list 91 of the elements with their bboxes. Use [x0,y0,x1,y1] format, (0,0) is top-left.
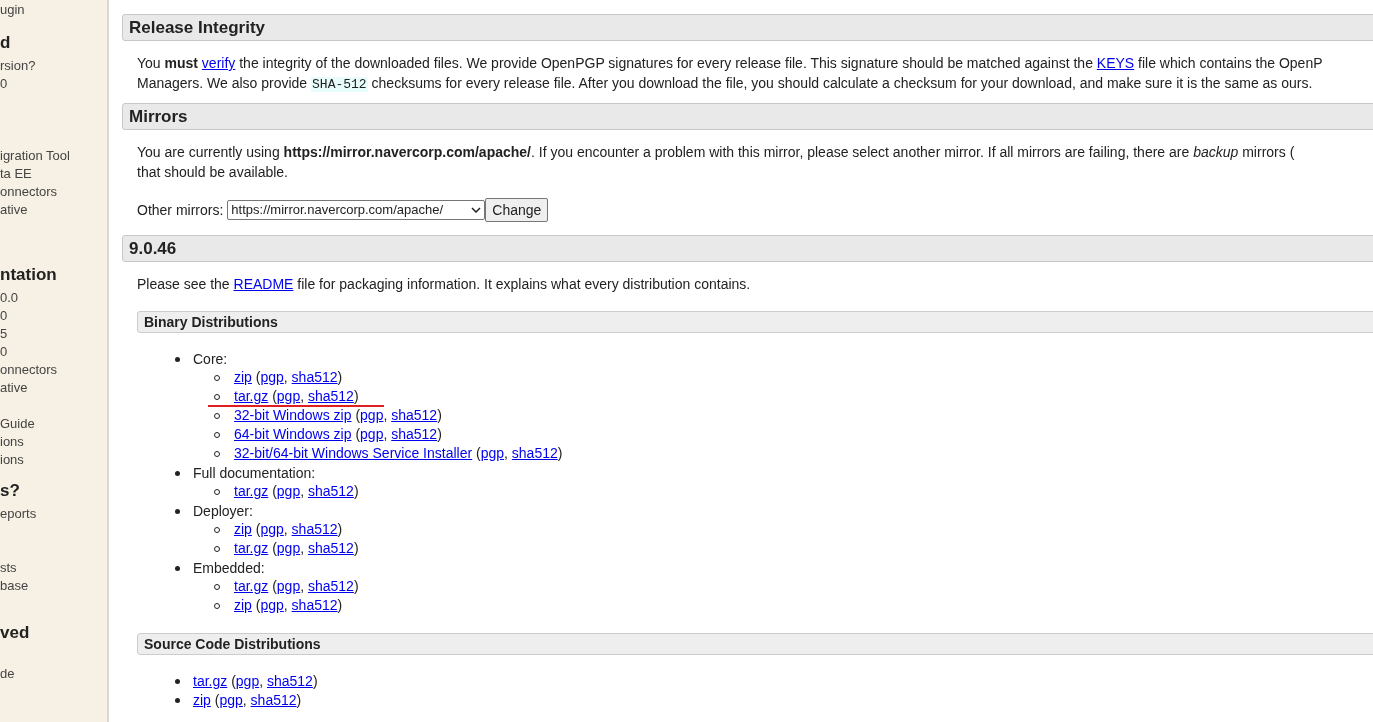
sidebar-link[interactable]: 0 [0,343,8,361]
link[interactable]: sha512 [250,692,297,708]
paragraph-line: You must verify the integrity of the downloaded files. We provide OpenPGP signatures for every release file. This signature should be matched against the KEYS file which contains the OpenP [137,54,1323,73]
sidebar-link[interactable]: 0 [0,307,8,325]
section-header: 9.0.46 [122,235,1373,262]
section-header: Release Integrity [122,14,1373,41]
link[interactable]: sha512 [266,673,313,689]
sidebar-link[interactable]: eports [0,505,37,523]
paragraph-line: Please see the README file for packaging information. It explains what every distribution contains. [137,275,751,294]
sidebar-link[interactable]: onnectors [0,183,58,201]
list-label: Deployer: [193,502,253,521]
sidebar-heading: ntation [0,264,58,286]
sidebar-heading: d [0,32,12,54]
sidebar-link[interactable]: 5 [0,325,8,343]
paragraph-line: You are currently using https://mirror.navercorp.com/apache/. If you encounter a problem with this mirror, please select another mirror. If all mirrors are failing, there are backup mirrors ( [137,143,1295,162]
link[interactable]: pgp [260,521,284,537]
sidebar-link[interactable]: base [0,577,29,595]
link[interactable]: sha512 [291,521,338,537]
link[interactable]: sha512 [391,426,438,442]
sidebar-link[interactable]: onnectors [0,361,58,379]
link[interactable]: sha512 [391,407,438,423]
sidebar-heading: ved [0,622,31,644]
paragraph-line: Managers. We also provide SHA-512 checksums for every release file. After you download the file, you should calculate a checksum for your download, and make sure it is the same as ours. [137,74,1313,94]
bullet-icon [175,471,180,476]
link[interactable]: zip [234,369,252,385]
sidebar-link[interactable]: ions [0,433,24,451]
link[interactable]: sha512 [307,388,354,404]
bullet-icon [175,509,180,514]
download-entry: zip (pgp, sha512) [234,369,343,386]
mirrors-label: Other mirrors: [137,201,224,220]
download-entry: 64-bit Windows zip (pgp, sha512) [234,426,442,443]
sidebar-link[interactable]: igration Tool [0,147,70,165]
link[interactable]: verify [201,55,236,71]
link[interactable]: README [233,276,294,292]
link[interactable]: sha512 [307,540,354,556]
download-entry: zip (pgp, sha512) [234,597,343,614]
link[interactable]: pgp [260,597,284,613]
link[interactable]: tar.gz [234,540,269,556]
download-entry: zip (pgp, sha512) [193,691,302,710]
sidebar-link[interactable]: de [0,665,15,683]
link[interactable]: 32-bit/64-bit Windows Service Installer [234,445,473,461]
chevron-icon [471,207,482,213]
link[interactable]: zip [234,597,252,613]
list-label: Full documentation: [193,464,316,483]
link[interactable]: tar.gz [234,578,269,594]
subsection-header: Source Code Distributions [137,633,1373,655]
download-entry: tar.gz (pgp, sha512) [234,388,359,405]
download-entry: 32-bit Windows zip (pgp, sha512) [234,407,442,424]
bullet-icon [175,698,180,703]
sidebar-heading: s? [0,480,21,502]
link[interactable]: 32-bit Windows zip [234,407,352,423]
bullet-icon [175,679,180,684]
sidebar-link[interactable]: 0.0 [0,289,19,307]
download-entry: tar.gz (pgp, sha512) [234,578,359,595]
link[interactable]: 64-bit Windows zip [234,426,352,442]
download-entry: tar.gz (pgp, sha512) [234,540,359,557]
download-entry: zip (pgp, sha512) [234,521,343,538]
mirror-select[interactable]: https://mirror.navercorp.com/apache/ [227,200,486,220]
sidebar-link[interactable]: rsion? [0,57,36,75]
subsection-header: Binary Distributions [137,311,1373,333]
list-label: Core: [193,350,228,369]
list-label: Embedded: [193,559,265,578]
link[interactable]: sha512 [291,369,338,385]
link[interactable]: sha512 [291,597,338,613]
sidebar-link[interactable]: ative [0,201,28,219]
paragraph-line: that should be available. [137,163,288,182]
link[interactable]: zip [193,692,211,708]
link[interactable]: sha512 [307,578,354,594]
sidebar-link[interactable]: ative [0,379,28,397]
link[interactable]: tar.gz [234,483,269,499]
change-button[interactable]: Change [485,198,549,222]
link[interactable]: tar.gz [193,673,228,689]
download-entry: tar.gz (pgp, sha512) [234,483,359,500]
bullet-icon [175,357,180,362]
link[interactable]: pgp [260,369,284,385]
sidebar-link[interactable]: ugin [0,1,25,19]
sidebar-link[interactable]: ions [0,451,24,469]
link[interactable]: pgp [219,692,243,708]
sidebar-link[interactable]: 0 [0,75,8,93]
link[interactable]: sha512 [511,445,558,461]
link[interactable]: sha512 [307,483,354,499]
sidebar-link[interactable]: Guide [0,415,35,433]
sidebar-link[interactable]: sts [0,559,17,577]
download-entry: 32-bit/64-bit Windows Service Installer (pgp, sha512) [234,445,563,462]
link[interactable]: zip [234,521,252,537]
link[interactable]: tar.gz [234,388,269,404]
section-header: Mirrors [122,103,1373,130]
download-entry: tar.gz (pgp, sha512) [193,672,318,691]
link[interactable]: KEYS [1096,55,1135,71]
sidebar-link[interactable]: ta EE [0,165,32,183]
bullet-icon [175,566,180,571]
